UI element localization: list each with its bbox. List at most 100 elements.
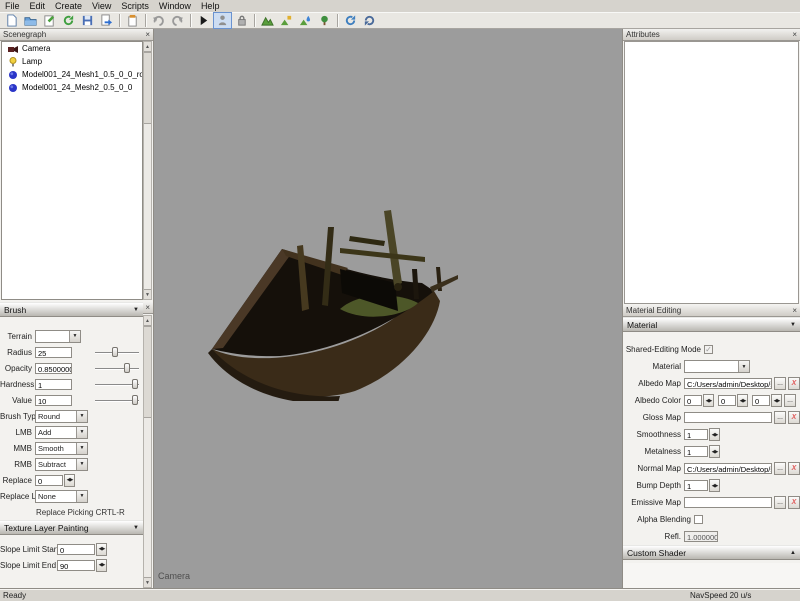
spinner-icon[interactable]: ◀▶ — [96, 543, 107, 556]
replace-picking-hint: Replace Picking CRTL-R — [36, 508, 125, 517]
normal-map-label: Normal Map — [623, 464, 684, 473]
export-scene-button[interactable] — [97, 12, 116, 29]
scenegraph-scrollbar[interactable]: ▲ ▼ — [143, 41, 152, 300]
scroll-thumb[interactable] — [144, 326, 151, 418]
scenegraph-item-mesh2[interactable]: Model001_24_Mesh2_0.5_0_0 — [2, 81, 142, 94]
albedo-map-input[interactable]: C:/Users/admin/Desktop/smallboat — [684, 378, 772, 389]
scroll-up-icon[interactable]: ▲ — [144, 316, 151, 326]
replace-limit-dropdown[interactable]: None ▼ — [35, 490, 88, 503]
close-icon[interactable]: × — [792, 31, 797, 39]
radius-slider[interactable] — [95, 346, 139, 359]
paste-button[interactable] — [123, 12, 142, 29]
metalness-label: Metalness — [623, 447, 684, 456]
hardness-input[interactable]: 1 — [35, 379, 72, 390]
lock-button[interactable] — [232, 12, 251, 29]
new-file-button[interactable] — [2, 12, 21, 29]
color-picker-button[interactable]: ... — [784, 394, 796, 407]
opacity-slider[interactable] — [95, 362, 139, 375]
metalness-input[interactable]: 1 — [684, 446, 708, 457]
material-dropdown[interactable]: ▼ — [684, 360, 750, 373]
mmb-dropdown[interactable]: Smooth ▼ — [35, 442, 88, 455]
slope-limit-end-input[interactable]: 90 — [57, 560, 95, 571]
play-button[interactable] — [194, 12, 213, 29]
albedo-color-g-input[interactable]: 0 — [718, 395, 736, 406]
vegetation-paint-button[interactable] — [315, 12, 334, 29]
terrain-dropdown[interactable]: ▼ — [35, 330, 81, 343]
browse-button[interactable]: ... — [774, 462, 786, 475]
recompile-button[interactable] — [360, 12, 379, 29]
open-folder-button[interactable] — [21, 12, 40, 29]
viewport-3d[interactable]: Camera — [154, 29, 622, 589]
clear-map-button[interactable]: X — [788, 462, 800, 475]
material-section-header[interactable]: Material ▼ — [623, 317, 800, 332]
menu-item-scripts[interactable]: Scripts — [116, 1, 154, 11]
terrain-water-button[interactable] — [296, 12, 315, 29]
albedo-color-r-input[interactable]: 0 — [684, 395, 702, 406]
opacity-input[interactable]: 0.85000002 — [35, 363, 72, 374]
spinner-icon[interactable]: ◀▶ — [737, 394, 748, 407]
spinner-icon[interactable]: ◀▶ — [703, 394, 714, 407]
first-person-view-button[interactable] — [213, 12, 232, 29]
spinner-icon[interactable]: ◀▶ — [96, 559, 107, 572]
menu-item-file[interactable]: File — [0, 1, 25, 11]
albedo-color-b-input[interactable]: 0 — [752, 395, 770, 406]
rmb-dropdown[interactable]: Subtract ▼ — [35, 458, 88, 471]
browse-button[interactable]: ... — [774, 411, 786, 424]
scenegraph-item-camera[interactable]: Camera — [2, 42, 142, 55]
scroll-up-icon[interactable]: ▲ — [144, 42, 151, 52]
gloss-map-input[interactable] — [684, 412, 772, 423]
replace-input[interactable]: 0 — [35, 475, 63, 486]
clear-map-button[interactable]: X — [788, 377, 800, 390]
spinner-icon[interactable]: ◀▶ — [709, 428, 720, 441]
spinner-icon[interactable]: ◀▶ — [709, 445, 720, 458]
menu-item-help[interactable]: Help — [196, 1, 225, 11]
redo-button[interactable] — [168, 12, 187, 29]
clear-map-button[interactable]: X — [788, 496, 800, 509]
hardness-slider[interactable] — [95, 378, 139, 391]
alpha-blending-checkbox[interactable] — [694, 515, 703, 524]
normal-map-input[interactable]: C:/Users/admin/Desktop/smallboat — [684, 463, 772, 474]
close-icon[interactable]: × — [792, 307, 797, 315]
terrain-sculpt-button[interactable] — [258, 12, 277, 29]
undo-button[interactable] — [149, 12, 168, 29]
smoothness-input[interactable]: 1 — [684, 429, 708, 440]
reload-button[interactable] — [59, 12, 78, 29]
emissive-map-input[interactable] — [684, 497, 772, 508]
texture-layer-painting-header[interactable]: Texture Layer Painting ▼ — [0, 520, 143, 535]
bump-depth-input[interactable]: 1 — [684, 480, 708, 491]
rmb-label: RMB — [0, 460, 35, 469]
terrain-paint-button[interactable] — [277, 12, 296, 29]
slope-limit-start-input[interactable]: 0 — [57, 544, 95, 555]
edit-scene-button[interactable] — [40, 12, 59, 29]
spinner-icon[interactable]: ◀▶ — [709, 479, 720, 492]
clear-map-button[interactable]: X — [788, 411, 800, 424]
brush-section-header[interactable]: Brush ▼ — [0, 302, 143, 317]
menu-item-edit[interactable]: Edit — [25, 1, 51, 11]
brush-type-dropdown[interactable]: Round ▼ — [35, 410, 88, 423]
save-button[interactable] — [78, 12, 97, 29]
menu-item-create[interactable]: Create — [50, 1, 87, 11]
close-icon[interactable]: × — [145, 31, 150, 39]
browse-button[interactable]: ... — [774, 377, 786, 390]
scroll-down-icon[interactable]: ▼ — [144, 577, 151, 587]
spinner-icon[interactable]: ◀▶ — [64, 474, 75, 487]
browse-button[interactable]: ... — [774, 496, 786, 509]
scenegraph-item-label: Lamp — [22, 57, 42, 66]
radius-input[interactable]: 25 — [35, 347, 72, 358]
chevron-down-icon: ▼ — [76, 491, 87, 502]
scroll-thumb[interactable] — [144, 52, 151, 124]
custom-shader-header[interactable]: Custom Shader ▲ — [623, 545, 800, 560]
close-icon[interactable]: × — [145, 304, 150, 312]
value-input[interactable]: 10 — [35, 395, 72, 406]
menu-item-window[interactable]: Window — [154, 1, 196, 11]
scroll-down-icon[interactable]: ▼ — [144, 289, 151, 299]
refresh-assets-button[interactable] — [341, 12, 360, 29]
lmb-dropdown[interactable]: Add ▼ — [35, 426, 88, 439]
shared-editing-mode-checkbox[interactable]: ✓ — [704, 345, 713, 354]
terrain-editing-scrollbar[interactable]: ▲ ▼ — [143, 315, 152, 588]
scenegraph-item-mesh1[interactable]: Model001_24_Mesh1_0.5_0_0_root_root — [2, 68, 142, 81]
spinner-icon[interactable]: ◀▶ — [771, 394, 782, 407]
scenegraph-item-lamp[interactable]: Lamp — [2, 55, 142, 68]
value-slider[interactable] — [95, 394, 139, 407]
menu-item-view[interactable]: View — [87, 1, 116, 11]
